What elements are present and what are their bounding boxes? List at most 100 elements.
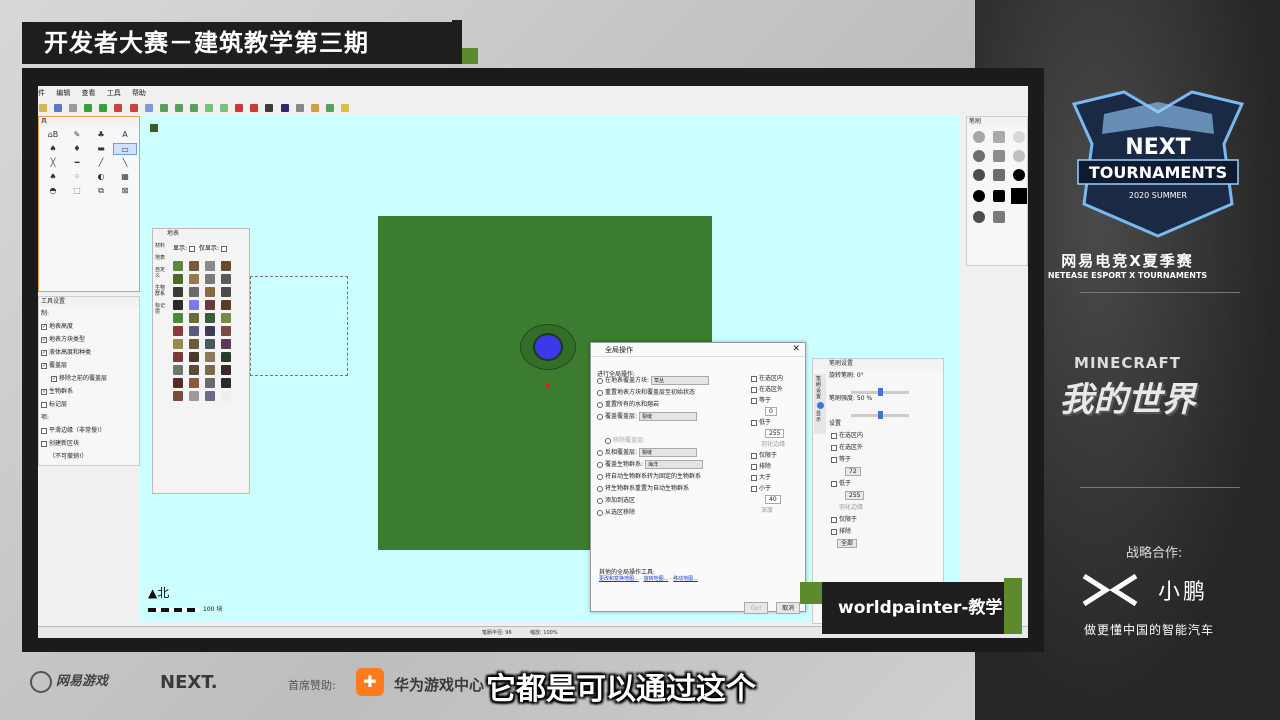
dialog-option-radio[interactable] <box>597 509 603 516</box>
terrain-block[interactable] <box>189 339 199 349</box>
terrain-block[interactable] <box>221 339 231 349</box>
crosshair-icon[interactable] <box>235 104 244 112</box>
dialog-option-radio[interactable] <box>597 461 603 468</box>
terrain-block[interactable] <box>173 274 183 284</box>
create-chunks-checkbox[interactable] <box>41 440 47 447</box>
tool-button[interactable]: ♦ <box>65 143 89 155</box>
dialog-option[interactable]: 覆盖覆盖层: 裂缝 <box>597 411 749 423</box>
dialog-option-radio[interactable] <box>597 389 603 396</box>
close-icon[interactable]: ✕ <box>792 344 800 354</box>
dialog-filter-item[interactable]: 深度 <box>751 505 805 516</box>
tool-button[interactable]: ♠ <box>41 143 65 155</box>
terrain-block[interactable] <box>221 313 231 323</box>
tool-settings-item[interactable]: ✓ 地表高度 <box>39 320 139 333</box>
paint-icon[interactable] <box>310 104 319 112</box>
terrain-block[interactable] <box>189 378 199 388</box>
terrain-block[interactable] <box>189 300 199 310</box>
terrain-block[interactable] <box>189 274 199 284</box>
menu-help[interactable]: 帮助 <box>132 89 146 97</box>
dialog-filter-item[interactable]: 大于 <box>751 472 805 483</box>
tool-button[interactable]: ▭ <box>113 143 137 155</box>
brush-shape[interactable] <box>993 150 1005 162</box>
terrain-block[interactable] <box>221 365 231 375</box>
terrain-block[interactable] <box>189 326 199 336</box>
terrain-block[interactable] <box>205 287 215 297</box>
zoom-reset-icon[interactable] <box>144 104 153 112</box>
dialog-filter-checkbox[interactable] <box>751 397 757 404</box>
brush-settings-item[interactable]: 在选区外 <box>829 442 943 454</box>
tool-settings-item[interactable]: 标记层 <box>39 398 139 411</box>
terrain-block[interactable] <box>189 352 199 362</box>
open-icon[interactable] <box>39 104 47 112</box>
terrain-side-tab[interactable]: 地表 <box>155 255 165 261</box>
tool-button[interactable]: ▬ <box>89 143 113 155</box>
dialog-option[interactable]: 将生物群系重置为自动生物群系 <box>597 483 749 495</box>
tool-button[interactable]: ⊠ <box>113 185 137 197</box>
brush-shape[interactable] <box>1013 169 1025 181</box>
terrain-block[interactable] <box>189 287 199 297</box>
menu-file[interactable]: 件 <box>38 89 45 97</box>
dialog-option-combo[interactable]: 裂缝 <box>639 412 698 421</box>
dialog-filter-item[interactable]: 等于 <box>751 395 805 406</box>
terrain-block[interactable] <box>173 365 183 375</box>
save-icon[interactable] <box>54 104 63 112</box>
terrain-block[interactable] <box>173 339 183 349</box>
dialog-filter-checkbox[interactable] <box>751 485 757 492</box>
terrain-block[interactable] <box>205 378 215 388</box>
brush-settings-checkbox[interactable] <box>831 528 837 535</box>
brush-shape[interactable] <box>1011 188 1027 204</box>
dialog-option[interactable]: 重置地表方块和覆盖层至初始状态 <box>597 387 749 399</box>
brush-settings-item[interactable]: 在选区内 <box>829 430 943 442</box>
dialog-option[interactable]: 添加到选区 <box>597 495 749 507</box>
terrain-block[interactable] <box>173 391 183 401</box>
dialog-filter-item[interactable]: 0 <box>751 406 805 417</box>
link-move-map[interactable]: 移动地图... <box>673 576 698 582</box>
brush-shape[interactable] <box>973 131 985 143</box>
brush-settings-item[interactable]: 羽化边缘 <box>829 502 943 514</box>
terrain-block[interactable] <box>205 326 215 336</box>
menu-view[interactable]: 查看 <box>81 89 95 97</box>
brush-shape[interactable] <box>1013 150 1025 162</box>
brush-settings-item[interactable]: 全部 <box>829 538 943 550</box>
tool-button[interactable]: ♣ <box>89 129 113 141</box>
brush-settings-item[interactable]: 72 <box>829 466 943 478</box>
brush-shape[interactable] <box>973 190 985 202</box>
light-icon[interactable] <box>340 104 349 112</box>
tool-settings-checkbox[interactable]: ✓ <box>41 336 47 343</box>
terrain-block[interactable] <box>189 391 199 401</box>
tool-settings-item[interactable]: ✓ 地表方块类型 <box>39 333 139 346</box>
intensity-slider[interactable] <box>851 411 909 419</box>
dialog-option-combo[interactable]: 草丛 <box>651 376 710 385</box>
tool-button[interactable]: ♠ <box>41 171 65 183</box>
tool-button[interactable]: ◓ <box>41 185 65 197</box>
terrain-side-tab[interactable]: 标记层 <box>155 303 165 315</box>
dialog-filter-checkbox[interactable] <box>751 375 757 382</box>
brush-tab-display[interactable]: 显示 <box>816 411 824 423</box>
menu-edit[interactable]: 编辑 <box>56 89 70 97</box>
tool-settings-item[interactable]: ✓ 液体高度和种类 <box>39 346 139 359</box>
dialog-option-radio[interactable] <box>597 413 603 420</box>
terrain-block[interactable] <box>173 261 183 271</box>
link-transform-map[interactable]: 更改和变换地图... <box>599 576 639 582</box>
terrain-block[interactable] <box>205 300 215 310</box>
zoom-in-icon[interactable] <box>114 104 123 112</box>
brush-shape[interactable] <box>973 211 985 223</box>
tool-button[interactable]: A <box>113 129 137 141</box>
smooth-edge-checkbox[interactable] <box>41 427 47 434</box>
tool-settings-checkbox[interactable] <box>41 401 47 408</box>
layers-icon[interactable] <box>220 104 229 112</box>
dialog-option-radio[interactable] <box>597 497 603 504</box>
terrain-block[interactable] <box>205 339 215 349</box>
terrain-show-checkbox[interactable] <box>188 245 195 252</box>
grid-icon[interactable] <box>159 104 168 112</box>
tool-button[interactable]: ⁘ <box>65 171 89 183</box>
create-chunks-option[interactable]: 创建新区块 <box>39 437 139 450</box>
tool-settings-checkbox[interactable]: ✓ <box>41 349 47 356</box>
brush-settings-checkbox[interactable] <box>831 444 837 451</box>
tool-button[interactable]: ◐ <box>89 171 113 183</box>
undo-icon[interactable] <box>84 104 93 112</box>
globe-icon[interactable] <box>325 104 334 112</box>
dialog-option[interactable]: 覆盖生物群系: 海洋 <box>597 459 749 471</box>
terrain-block[interactable] <box>221 261 231 271</box>
dialog-option[interactable]: 反相覆盖层: 裂缝 <box>597 447 749 459</box>
